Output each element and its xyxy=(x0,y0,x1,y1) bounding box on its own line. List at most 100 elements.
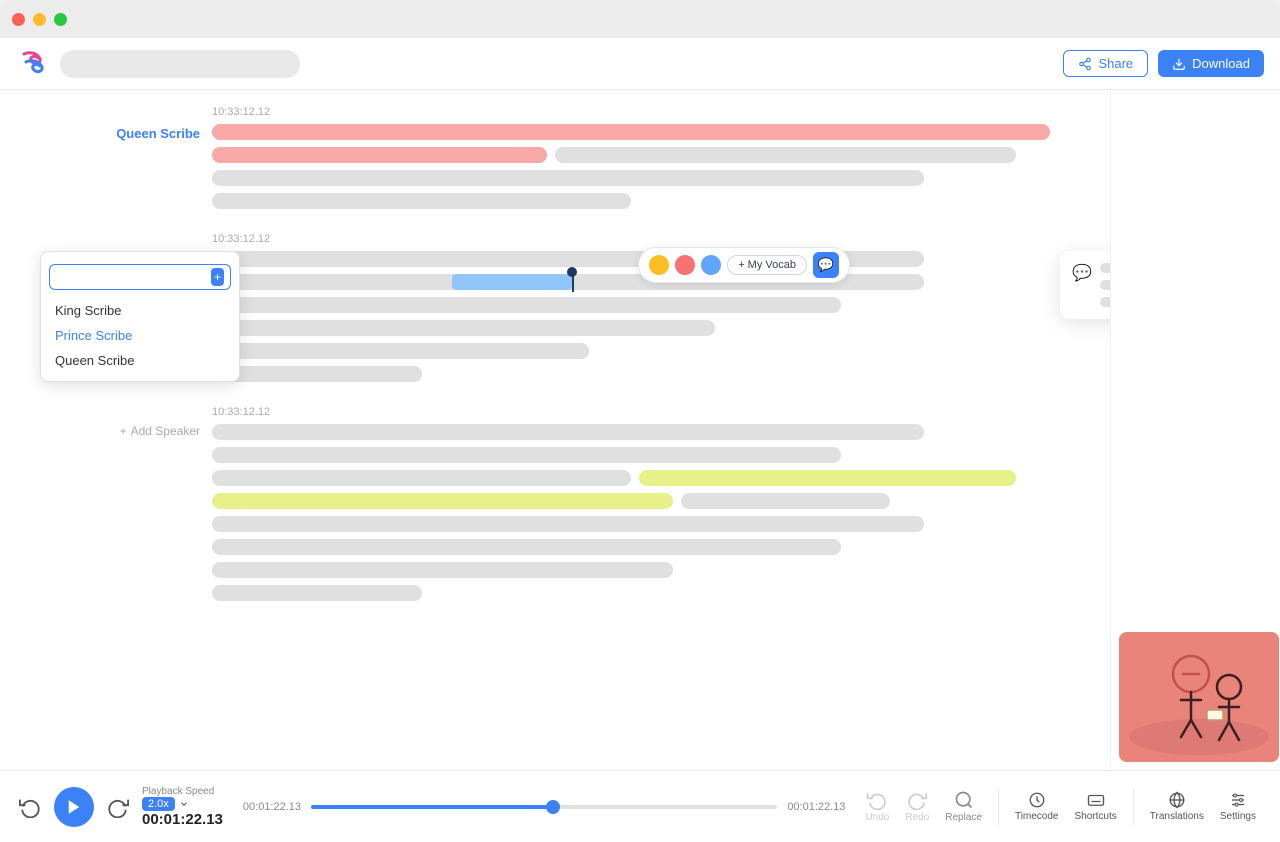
cursor-handle xyxy=(567,267,577,277)
lines-prince: + My Vocab 💬 xyxy=(212,251,1050,382)
add-speaker-label: Add Speaker xyxy=(131,424,200,438)
line xyxy=(212,562,673,578)
line-yellow xyxy=(639,470,1016,486)
highlight-red-button[interactable] xyxy=(675,255,695,275)
line-pair xyxy=(212,470,1050,486)
comment-icon: 💬 xyxy=(1072,263,1092,283)
app-logo xyxy=(16,48,48,80)
translations-control[interactable]: Translations xyxy=(1150,791,1204,822)
play-button[interactable] xyxy=(54,787,94,827)
redo-label: Redo xyxy=(905,812,929,823)
text-selection xyxy=(452,274,572,290)
progress-bar[interactable] xyxy=(311,805,777,809)
separator xyxy=(998,789,999,825)
dropdown-add-button[interactable]: + xyxy=(211,268,224,286)
add-vocab-button[interactable]: + My Vocab xyxy=(727,255,807,275)
search-bar[interactable] xyxy=(60,50,300,78)
thumbnail-art xyxy=(1119,632,1279,762)
formatting-toolbar: + My Vocab 💬 xyxy=(638,247,850,283)
speed-chevron-icon xyxy=(179,799,189,809)
translations-icon xyxy=(1168,791,1186,809)
line xyxy=(555,147,1016,163)
redo-control[interactable]: Redo xyxy=(905,790,929,823)
line-pair xyxy=(212,147,1050,163)
playback-speed-label: Playback Speed xyxy=(142,786,214,797)
header-left xyxy=(16,48,300,80)
shortcuts-icon xyxy=(1087,791,1105,809)
play-icon xyxy=(65,798,83,816)
highlight-blue-button[interactable] xyxy=(701,255,721,275)
titlebar xyxy=(0,0,1280,38)
speed-badge[interactable]: 2.0x xyxy=(142,797,175,811)
speaker-queen[interactable]: Queen Scribe xyxy=(40,124,200,141)
video-thumbnail[interactable] xyxy=(1119,632,1279,762)
line-with-selection xyxy=(212,274,1050,290)
dropdown-item-king[interactable]: King Scribe xyxy=(41,298,239,323)
highlight-yellow-button[interactable] xyxy=(649,255,669,275)
download-button[interactable]: Download xyxy=(1158,50,1264,77)
playback-speed-area: Playback Speed 2.0x 00:01:22.13 xyxy=(142,786,223,828)
comment-line xyxy=(1100,280,1110,290)
progress-fill xyxy=(311,805,553,809)
minimize-button[interactable] xyxy=(33,13,46,26)
undo-icon xyxy=(867,790,887,810)
timestamp-1: 10:33:12.12 xyxy=(212,106,1050,118)
line xyxy=(212,516,924,532)
replace-control[interactable]: Replace xyxy=(945,790,982,823)
dropdown-item-prince[interactable]: Prince Scribe xyxy=(41,323,239,348)
speaker-dropdown[interactable]: + King Scribe Prince Scribe Queen Scribe xyxy=(40,251,240,382)
header-right: Share Download xyxy=(1063,50,1264,77)
line xyxy=(681,493,891,509)
share-button[interactable]: Share xyxy=(1063,50,1148,77)
undo-control[interactable]: Undo xyxy=(865,790,889,823)
forward-button[interactable] xyxy=(104,793,132,821)
timecode-control[interactable]: Timecode xyxy=(1015,791,1059,822)
share-label: Share xyxy=(1098,56,1133,71)
line-pair-2 xyxy=(212,493,1050,509)
search-icon xyxy=(954,790,974,810)
line xyxy=(212,170,924,186)
rewind-button[interactable] xyxy=(16,793,44,821)
timecode-label: Timecode xyxy=(1015,811,1059,822)
line xyxy=(212,447,841,463)
line xyxy=(212,147,547,163)
undo-label: Undo xyxy=(865,812,889,823)
line-yellow xyxy=(212,493,673,509)
time-start: 00:01:22.13 xyxy=(243,801,301,813)
main: 10:33:12.12 Queen Scribe xyxy=(0,90,1280,770)
line xyxy=(212,585,422,601)
view-controls: Timecode Shortcuts xyxy=(1015,791,1117,822)
progress-thumb[interactable] xyxy=(546,800,560,814)
settings-icon xyxy=(1229,791,1247,809)
header: Share Download xyxy=(0,38,1280,90)
line xyxy=(212,297,841,313)
share-icon xyxy=(1078,57,1092,71)
add-speaker-area: + Add Speaker xyxy=(40,424,200,438)
line xyxy=(212,424,924,440)
close-button[interactable] xyxy=(12,13,25,26)
edit-controls: Undo Redo Replace xyxy=(865,790,982,823)
time-end: 00:01:22.13 xyxy=(787,801,845,813)
comment-content: 💬 xyxy=(1072,263,1110,307)
add-comment-button[interactable]: 💬 xyxy=(813,252,839,278)
maximize-button[interactable] xyxy=(54,13,67,26)
add-speaker-button[interactable]: + Add Speaker xyxy=(40,424,200,438)
settings-control[interactable]: Settings xyxy=(1220,791,1256,822)
right-controls: Undo Redo Replace Timecode xyxy=(865,789,1264,825)
player-controls xyxy=(16,787,132,827)
shortcuts-control[interactable]: Shortcuts xyxy=(1075,791,1117,822)
dropdown-item-queen[interactable]: Queen Scribe xyxy=(41,348,239,373)
timecode-display: 00:01:22.13 xyxy=(142,811,223,828)
forward-icon xyxy=(107,796,129,818)
timestamp-2: 10:33:12.12 xyxy=(212,233,1050,245)
dropdown-search-input[interactable] xyxy=(56,270,211,284)
lines-unknown xyxy=(212,424,1050,601)
traffic-lights xyxy=(12,13,67,26)
download-label: Download xyxy=(1192,56,1250,71)
lines-queen xyxy=(212,124,1050,209)
line xyxy=(212,539,841,555)
separator2 xyxy=(1133,789,1134,825)
dropdown-search[interactable]: + xyxy=(49,264,231,290)
replace-label: Replace xyxy=(945,812,982,823)
section-row-3: + Add Speaker xyxy=(40,424,1050,601)
